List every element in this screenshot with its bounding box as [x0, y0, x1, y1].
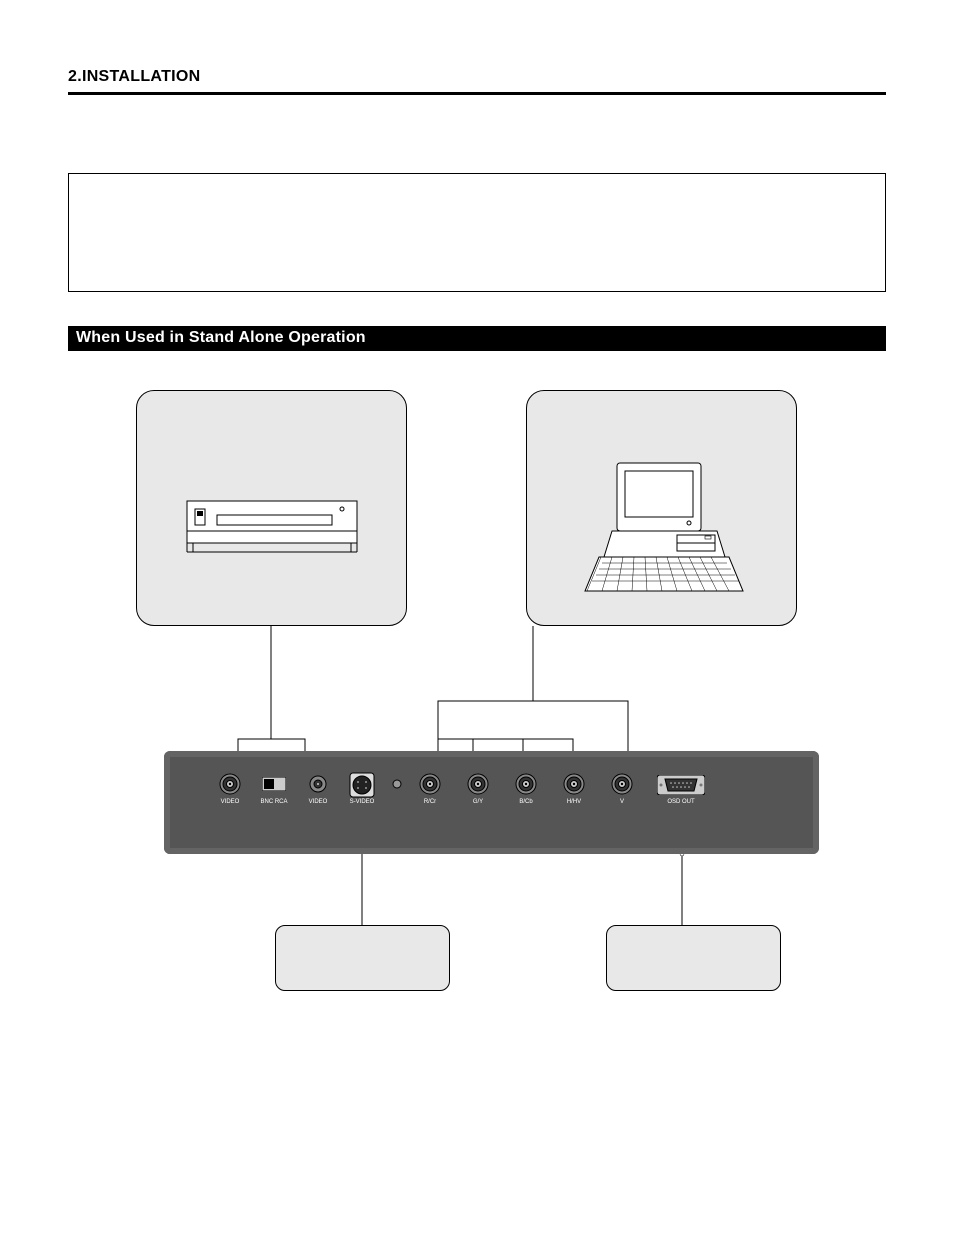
port-bcb — [515, 773, 537, 795]
connection-diagram: VIDEO BNC RCA VIDEO S-VIDEO R/Cr G/Y B/C… — [68, 351, 886, 991]
label-hhv: H/HV — [554, 799, 594, 805]
label-v: V — [602, 799, 642, 805]
label-svideo: S-VIDEO — [342, 799, 382, 805]
port-osd-out — [657, 775, 705, 795]
label-video2: VIDEO — [298, 799, 338, 805]
callout-box-right — [606, 925, 781, 991]
port-svideo — [349, 772, 375, 798]
connector-panel: VIDEO BNC RCA VIDEO S-VIDEO R/Cr G/Y B/C… — [164, 751, 819, 854]
port-video-rca — [309, 775, 327, 793]
computer-illustration — [527, 391, 796, 625]
port-hhv — [563, 773, 585, 795]
port-bnc-rca-switch — [262, 777, 286, 791]
vcr-illustration — [137, 391, 406, 625]
label-bnc-rca: BNC RCA — [254, 799, 294, 805]
source-device-computer — [526, 390, 797, 626]
label-rcr: R/Cr — [410, 799, 450, 805]
label-gy: G/Y — [458, 799, 498, 805]
subsection-bar: When Used in Stand Alone Operation — [68, 326, 886, 351]
label-bcb: B/Cb — [506, 799, 546, 805]
source-device-vcr — [136, 390, 407, 626]
port-video-bnc — [219, 773, 241, 795]
callout-box-left — [275, 925, 450, 991]
port-rcr — [419, 773, 441, 795]
section-header: 2.INSTALLATION — [68, 68, 886, 95]
port-v — [611, 773, 633, 795]
port-gy — [467, 773, 489, 795]
note-box — [68, 173, 886, 292]
label-video: VIDEO — [210, 799, 250, 805]
label-osd-out: OSD OUT — [661, 799, 701, 805]
port-indicator — [392, 779, 402, 789]
